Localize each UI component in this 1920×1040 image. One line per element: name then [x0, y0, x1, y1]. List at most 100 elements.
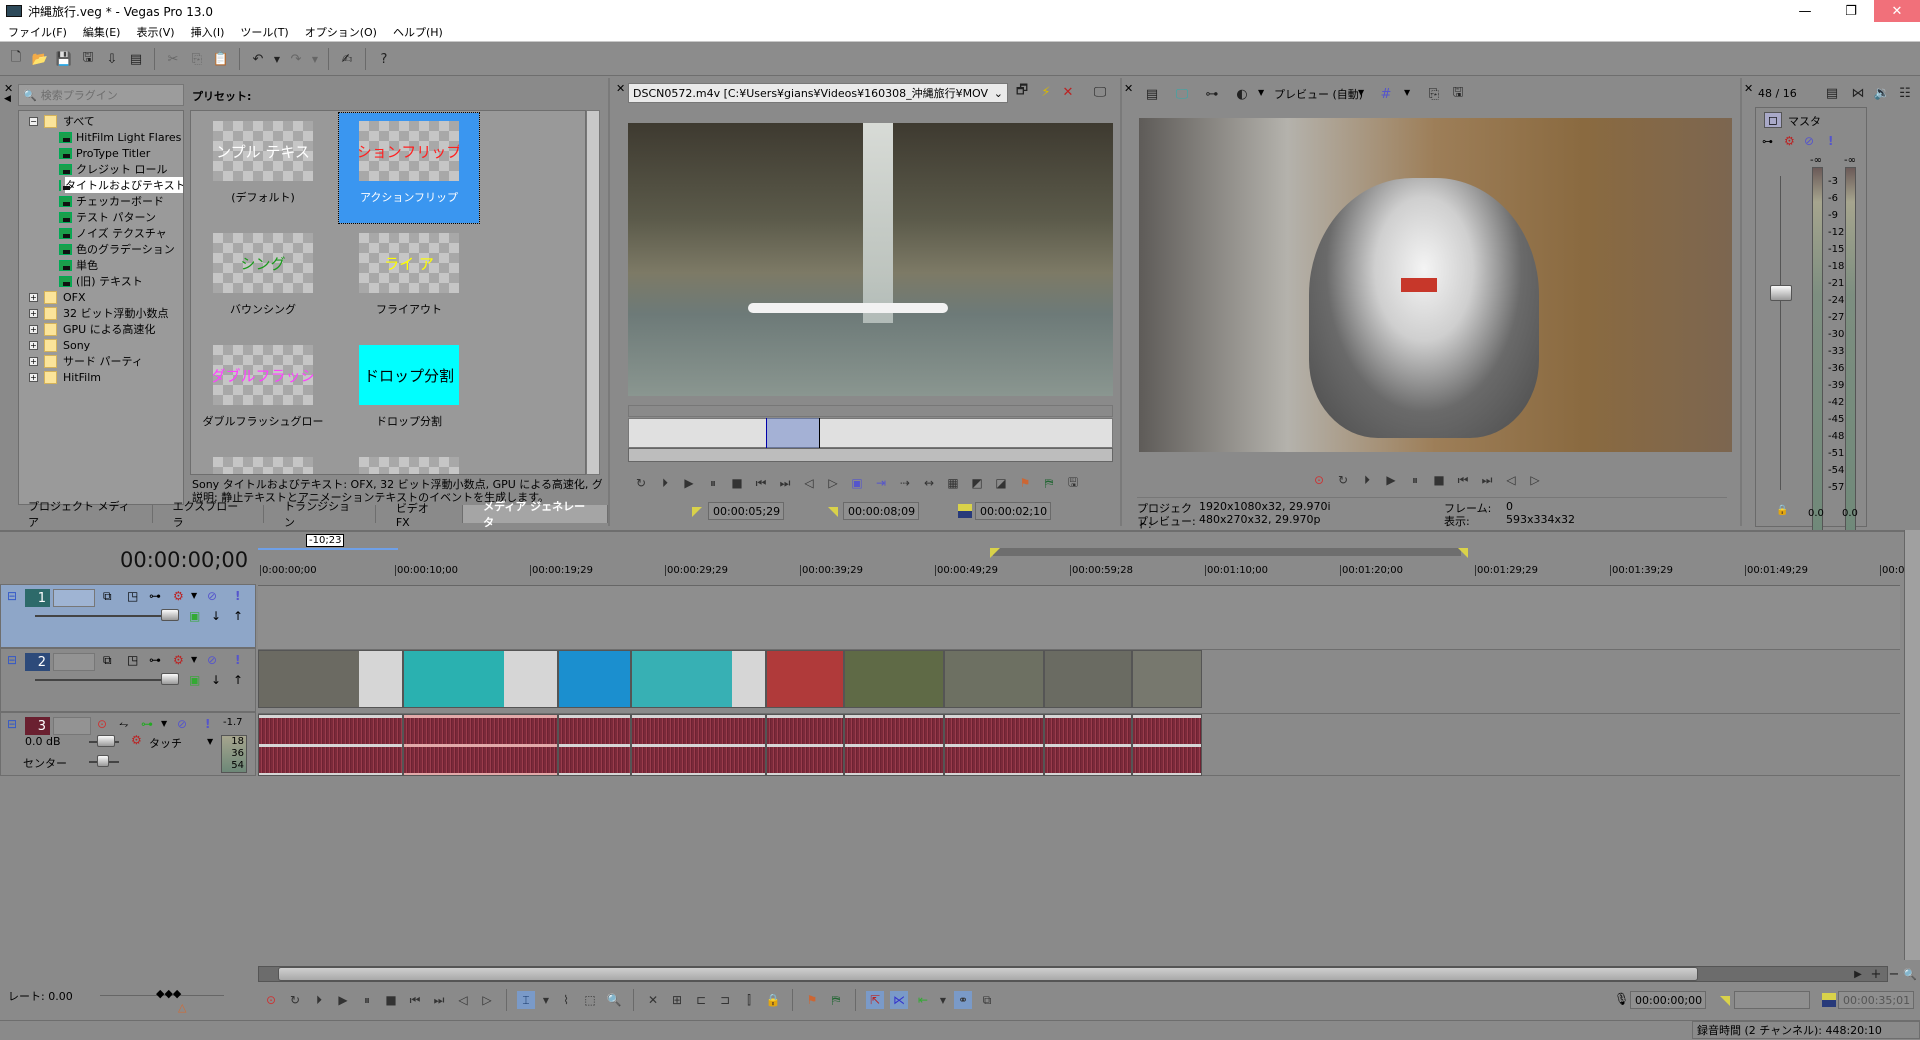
audio-event[interactable]: [844, 714, 944, 776]
track-header-3[interactable]: ⊟ 3 ⊙ ⥊ ⊶ ▼ ⊘ ! -1.7 0.0 dB ⚙ タッチ ▼ センター…: [0, 712, 256, 776]
cursor-timecode[interactable]: 00:00:00;00: [120, 548, 248, 572]
snapping-icon[interactable]: ⇱: [866, 991, 884, 1009]
video-event[interactable]: [844, 650, 944, 708]
tab-media-generators[interactable]: メディア ジェネレータ: [463, 500, 608, 529]
pause-icon[interactable]: ⏸: [358, 991, 376, 1009]
edit-tool-icon[interactable]: ✍: [337, 49, 357, 69]
preset-item[interactable]: ンプル テキス (デフォルト): [193, 113, 333, 223]
audio-event[interactable]: [766, 714, 844, 776]
trimmer-in-time[interactable]: 00:00:05;29: [708, 502, 784, 520]
composite-icon[interactable]: ⧉: [103, 589, 112, 604]
video-event[interactable]: [1132, 650, 1202, 708]
track-minimize-icon[interactable]: ⊟: [7, 717, 17, 731]
pause-icon[interactable]: ⏸: [704, 474, 722, 492]
record-icon[interactable]: ⊙: [262, 991, 280, 1009]
quality-dropdown-icon[interactable]: ▼: [1358, 88, 1364, 97]
mixer-properties-icon[interactable]: ▤: [1822, 83, 1842, 103]
trimmer-selection[interactable]: [766, 418, 820, 448]
lock-icon[interactable]: 🔒: [1776, 505, 1788, 516]
make-child-icon[interactable]: ↓: [211, 673, 221, 687]
tree-item[interactable]: HitFilm Light Flares: [19, 129, 183, 145]
automation-mode[interactable]: タッチ: [149, 735, 182, 751]
pause-icon[interactable]: ⏸: [1406, 471, 1424, 489]
tree-item[interactable]: ProType Titler: [19, 145, 183, 161]
preview-properties-icon[interactable]: ▤: [1142, 84, 1162, 104]
opacity-slider[interactable]: [35, 679, 163, 681]
zoom-in-icon[interactable]: +: [1866, 964, 1886, 984]
preset-item[interactable]: ライ アフライアウト: [339, 225, 479, 335]
tree-item[interactable]: + OFX: [19, 289, 183, 305]
tree-item[interactable]: テスト パターン: [19, 209, 183, 225]
new-icon[interactable]: 🗋: [6, 49, 26, 69]
trimmer-length[interactable]: 00:00:02;10: [975, 502, 1051, 520]
track-minimize-icon[interactable]: ⊟: [7, 589, 17, 603]
loop-icon[interactable]: ↻: [286, 991, 304, 1009]
tree-item[interactable]: + サード パーティ: [19, 353, 183, 369]
next-frame-icon[interactable]: ▷: [1526, 471, 1544, 489]
tree-item[interactable]: タイトルおよびテキスト: [19, 177, 183, 193]
compositing-mode-icon[interactable]: ▣: [189, 609, 200, 623]
composite-icon[interactable]: ⧉: [103, 653, 112, 668]
preset-item[interactable]: [339, 449, 479, 474]
minimize-button[interactable]: —: [1782, 0, 1828, 22]
copy-icon[interactable]: ⎘: [187, 49, 207, 69]
automation-dropdown-icon[interactable]: ▼: [207, 737, 213, 746]
automation-gear-icon[interactable]: ⚙: [131, 733, 142, 747]
edit-tool-dropdown-icon[interactable]: ▼: [541, 991, 551, 1009]
cut-icon[interactable]: ✂: [163, 49, 183, 69]
preset-item[interactable]: ドロップ分割 ドロップ分割: [339, 337, 479, 447]
trimmer-waveform-strip[interactable]: [628, 418, 1113, 448]
zoom-tool-icon[interactable]: 🔍: [605, 991, 623, 1009]
mixer-view-icon[interactable]: ☷: [1895, 83, 1915, 103]
expand-icon[interactable]: +: [29, 324, 38, 334]
render-icon[interactable]: ⇩: [102, 49, 122, 69]
go-to-end-icon[interactable]: ⏭: [1478, 471, 1496, 489]
split-screen-icon[interactable]: ◐: [1232, 84, 1252, 104]
tree-item[interactable]: + HitFilm: [19, 369, 183, 385]
set-in-icon[interactable]: ◩: [968, 474, 986, 492]
master-fader-track[interactable]: [1780, 176, 1781, 490]
track-fx-icon[interactable]: ⚙: [173, 653, 184, 667]
tab-explorer[interactable]: エクスプローラ: [152, 500, 265, 529]
cursor-position-field[interactable]: 00:00:00;00: [1630, 991, 1706, 1009]
loop-region-bar[interactable]: -10;23: [258, 534, 1900, 558]
save-subclip-icon[interactable]: 🖫: [1064, 474, 1082, 492]
motion-icon[interactable]: ◳: [127, 589, 138, 603]
compositing-mode-icon[interactable]: ▣: [189, 673, 200, 687]
track-name-field[interactable]: [53, 653, 95, 671]
opacity-thumb[interactable]: [161, 673, 179, 685]
audio-event[interactable]: [258, 714, 403, 776]
play-icon[interactable]: ▶: [1382, 471, 1400, 489]
pan-thumb[interactable]: [97, 755, 109, 767]
tree-item[interactable]: + GPU による高速化: [19, 321, 183, 337]
preset-item[interactable]: ダブルフラッシ ダブルフラッシュグロー: [193, 337, 333, 447]
audio-event[interactable]: [631, 714, 766, 776]
go-to-start-icon[interactable]: ⏮: [752, 474, 770, 492]
opacity-thumb[interactable]: [161, 609, 179, 621]
dim-output-icon[interactable]: 🔉: [1872, 83, 1892, 103]
play-from-start-icon[interactable]: ⏵: [656, 474, 674, 492]
tree-item[interactable]: ノイズ テクスチャ: [19, 225, 183, 241]
expand-icon[interactable]: +: [29, 340, 38, 350]
lock-icon[interactable]: 🔒: [764, 991, 782, 1009]
trim-start-icon[interactable]: ⊏: [692, 991, 710, 1009]
redo-dropdown-icon[interactable]: ▼: [310, 49, 320, 69]
make-child-icon[interactable]: ↓: [211, 609, 221, 623]
mute-icon[interactable]: ⊘: [207, 589, 217, 603]
time-ruler[interactable]: 0:00:00;00 00:00:10;00 00:00:19;29 00:00:29…: [258, 560, 1904, 586]
normal-edit-tool-icon[interactable]: ⌶: [517, 991, 535, 1009]
stop-icon[interactable]: ■: [728, 474, 746, 492]
loop-icon[interactable]: ↻: [632, 474, 650, 492]
video-event[interactable]: [766, 650, 844, 708]
expand-icon[interactable]: +: [29, 372, 38, 382]
go-to-start-icon[interactable]: ⏮: [1454, 471, 1472, 489]
copy-snapshot-icon[interactable]: ⎘: [1424, 84, 1444, 104]
undo-dropdown-icon[interactable]: ▼: [272, 49, 282, 69]
tree-item[interactable]: チェッカーボード: [19, 193, 183, 209]
trimmer-video-frame[interactable]: [628, 123, 1113, 396]
selection-start-field[interactable]: [1734, 991, 1810, 1009]
selection-length-field[interactable]: 00:00:35;01: [1838, 991, 1914, 1009]
prev-frame-icon[interactable]: ◁: [1502, 471, 1520, 489]
track-name-field[interactable]: [53, 589, 95, 607]
remove-icon[interactable]: ✕: [1058, 82, 1078, 102]
